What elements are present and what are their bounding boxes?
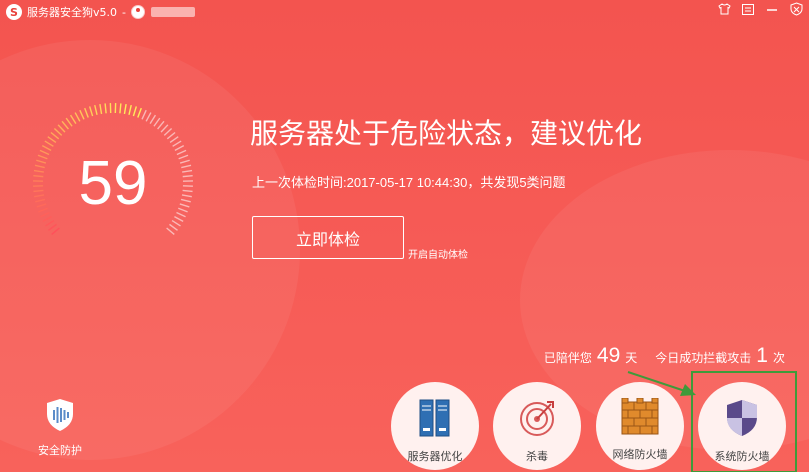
security-protection-label: 安全防护	[38, 445, 82, 457]
user-avatar-icon[interactable]	[131, 5, 145, 19]
antivirus-target-icon	[517, 398, 557, 442]
app-logo-icon: S	[6, 4, 22, 20]
auto-check-link[interactable]: 开启自动体检	[408, 246, 468, 261]
security-score: 59	[78, 148, 148, 218]
annotation-highlight-box	[691, 371, 797, 472]
security-protection-button[interactable]: 安全防护	[28, 398, 92, 458]
blocked-count: 1	[756, 344, 768, 367]
window-controls	[717, 2, 803, 19]
tool-network-firewall[interactable]: 网络防火墙	[596, 382, 684, 470]
tool-label: 服务器优化	[407, 451, 463, 463]
check-now-button[interactable]: 立即体检	[252, 216, 404, 259]
blocked-prefix: 今日成功拦截攻击	[655, 351, 752, 365]
shield-icon	[47, 399, 73, 431]
user-name-blurred[interactable]: blurred	[151, 7, 195, 17]
tool-label: 网络防火墙	[612, 449, 668, 461]
tool-label: 杀毒	[526, 451, 548, 463]
close-shield-icon[interactable]	[789, 2, 803, 19]
shirt-icon[interactable]	[717, 3, 731, 18]
accompany-prefix: 已陪伴您	[543, 351, 592, 365]
accompany-unit: 天	[625, 351, 638, 365]
minimize-icon[interactable]	[765, 4, 779, 18]
title-separator: -	[122, 5, 126, 19]
stats-bar: 已陪伴您 49 天 今日成功拦截攻击 1 次	[544, 344, 785, 368]
last-check-info: 上一次体检时间:2017-05-17 10:44:30，共发现5类问题	[252, 175, 566, 190]
tool-server-optimize[interactable]: 服务器优化	[391, 382, 479, 470]
accompany-days: 49	[596, 344, 621, 367]
status-headline: 服务器处于危险状态，建议优化	[250, 118, 643, 149]
blocked-unit: 次	[772, 351, 785, 365]
server-optimize-icon	[418, 398, 452, 442]
app-window: S 服务器安全狗v5.0 - blurred 59 服务器处于危险状态，建议优化…	[0, 0, 809, 472]
list-icon[interactable]	[741, 3, 755, 18]
tool-antivirus[interactable]: 杀毒	[493, 382, 581, 470]
title-bar: S 服务器安全狗v5.0 - blurred	[0, 0, 809, 24]
brick-wall-icon	[620, 397, 660, 440]
app-title: 服务器安全狗v5.0	[27, 6, 118, 19]
